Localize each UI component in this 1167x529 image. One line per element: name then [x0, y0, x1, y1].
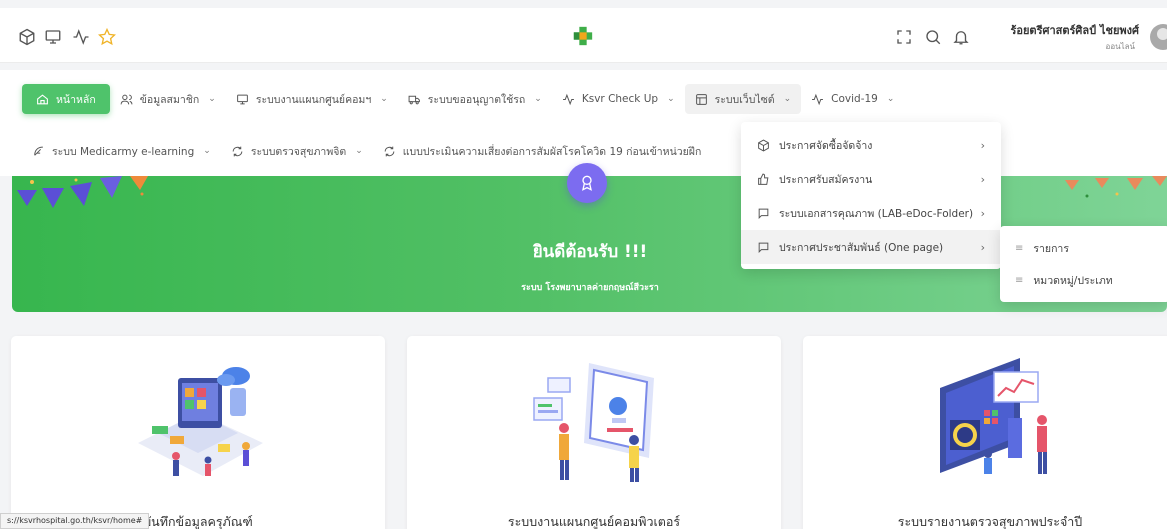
bell-icon[interactable] [952, 28, 970, 46]
search-icon[interactable] [924, 28, 942, 46]
nav-item-mental-health[interactable]: ระบบตรวจสุขภาพจิต ⌄ [221, 136, 373, 166]
chevron-right-icon: › [980, 240, 985, 254]
truck-icon [408, 95, 420, 104]
nav-item-checkup[interactable]: Ksvr Check Up ⌄ [552, 84, 685, 114]
fullscreen-icon[interactable] [895, 28, 913, 46]
refresh-icon [384, 146, 395, 156]
box-icon[interactable] [18, 28, 36, 46]
nav-label: ระบบตรวจสุขภาพจิต [250, 145, 347, 158]
nav-label: ระบบขออนุญาตใช้รถ [427, 93, 526, 106]
submenu-item-list[interactable]: ≡ รายการ [1000, 232, 1167, 264]
computer-dept-illustration [533, 363, 654, 482]
users-icon [120, 94, 133, 104]
activity-icon[interactable] [72, 28, 90, 46]
pennant-decoration-right [1065, 176, 1167, 198]
star-icon[interactable] [98, 28, 116, 46]
nav-label: Covid-19 [831, 93, 878, 105]
nav-label: ระบบเว็บไซต์ [714, 93, 775, 106]
pennant-decoration-left [17, 176, 148, 208]
layout-icon [695, 93, 707, 105]
dropdown-label: ระบบเอกสารคุณภาพ (LAB-eDoc-Folder) [779, 207, 974, 220]
nav-label: ระบบงานแผนกศูนย์คอมฯ [255, 93, 372, 106]
nav-item-elearning[interactable]: ระบบ Medicarmy e-learning ⌄ [22, 136, 221, 166]
chevron-right-icon: › [980, 206, 985, 220]
card-health-report[interactable]: ระบบรายงานตรวจสุขภาพประจำปี [803, 336, 1167, 529]
logo-icon[interactable] [572, 25, 594, 47]
nav-item-computer-dept[interactable]: ระบบงานแผนกศูนย์คอมฯ ⌄ [226, 84, 398, 114]
message-square-icon [758, 208, 769, 219]
chevron-down-icon: ⌄ [667, 94, 675, 104]
dropdown-item-procurement[interactable]: ประกาศจัดซื้อจัดจ้าง › [741, 128, 1001, 162]
avatar[interactable] [1150, 24, 1167, 50]
submenu-label: รายการ [1033, 242, 1069, 255]
activity-icon [562, 93, 574, 105]
submenu-item-category[interactable]: ≡ หมวดหมู่/ประเภท [1000, 264, 1167, 296]
website-dropdown-menu: ประกาศจัดซื้อจัดจ้าง › ประกาศรับสมัครงาน… [741, 122, 1001, 269]
chevron-down-icon: ⌄ [355, 146, 363, 156]
user-status: ออนไลน์ [1105, 42, 1135, 51]
award-badge [567, 163, 607, 203]
menu-lines-icon: ≡ [1015, 274, 1024, 286]
equipment-illustration [138, 367, 263, 476]
dropdown-item-quality-docs[interactable]: ระบบเอกสารคุณภาพ (LAB-eDoc-Folder) › [741, 196, 1001, 230]
nav-row-1: หน้าหลัก ข้อมูลสมาชิก ⌄ ระบบงานแผนกศูนย์ค… [22, 84, 904, 114]
card-equipment[interactable]: บันทึกข้อมูลครุภัณฑ์ [11, 336, 385, 529]
thumbs-up-icon [758, 173, 769, 185]
nav-label: แบบประเมินความเสี่ยงต่อการสัมผัสโรคโควิด… [402, 145, 702, 158]
nav-label: ระบบ Medicarmy e-learning [52, 145, 195, 158]
chevron-down-icon: ⌄ [783, 94, 792, 104]
monitor-icon [236, 94, 248, 104]
home-icon [37, 93, 48, 104]
submenu-label: หมวดหมู่/ประเภท [1033, 274, 1113, 287]
card-title: ระบบรายงานตรวจสุขภาพประจำปี [897, 514, 1083, 529]
nav-item-covid[interactable]: Covid-19 ⌄ [801, 84, 904, 114]
chevron-down-icon: ⌄ [534, 94, 542, 104]
message-square-icon [758, 242, 769, 253]
dropdown-item-announcement[interactable]: ประกาศประชาสัมพันธ์ (One page) › [741, 230, 1001, 264]
dropdown-label: ประกาศประชาสัมพันธ์ (One page) [779, 241, 944, 254]
monitor-icon[interactable] [44, 28, 62, 46]
chevron-right-icon: › [980, 138, 985, 152]
menu-lines-icon: ≡ [1015, 242, 1024, 254]
chevron-down-icon: ⌄ [208, 94, 216, 104]
nav-row-2: ระบบ Medicarmy e-learning ⌄ ระบบตรวจสุขภา… [22, 136, 711, 166]
status-bar-url: s://ksvrhospital.go.th/ksvr/home# [0, 513, 150, 529]
nav-item-website[interactable]: ระบบเว็บไซต์ ⌄ [684, 84, 802, 114]
card-computer-dept[interactable]: ระบบงานแผนกศูนย์คอมพิวเตอร์ [407, 336, 781, 529]
card-title: ระบบงานแผนกศูนย์คอมพิวเตอร์ [507, 514, 681, 529]
chevron-down-icon: ⌄ [380, 94, 388, 104]
top-header: ร้อยตรีศาสตร์ศิลป์ ไชยพงศ์ ออนไลน์ [0, 8, 1167, 63]
refresh-icon [232, 146, 243, 156]
welcome-subtitle: ระบบ โรงพยาบาลค่ายกฤษณ์สีวะรา [521, 283, 659, 293]
nav-label: หน้าหลัก [56, 93, 96, 106]
nav-label: Ksvr Check Up [581, 93, 659, 105]
chevron-right-icon: › [980, 172, 985, 186]
nav-item-covid-assessment[interactable]: แบบประเมินความเสี่ยงต่อการสัมผัสโรคโควิด… [373, 136, 712, 166]
dropdown-label: ประกาศจัดซื้อจัดจ้าง [779, 139, 873, 152]
dropdown-item-jobs[interactable]: ประกาศรับสมัครงาน › [741, 162, 1001, 196]
nav-item-members[interactable]: ข้อมูลสมาชิก ⌄ [110, 84, 226, 114]
dropdown-label: ประกาศรับสมัครงาน [779, 173, 873, 186]
nav-label: ข้อมูลสมาชิก [139, 93, 200, 106]
activity-icon [812, 93, 824, 105]
nav-item-home[interactable]: หน้าหลัก [22, 84, 110, 114]
health-report-illustration [940, 358, 1047, 474]
announcement-submenu: ≡ รายการ ≡ หมวดหมู่/ประเภท [1000, 226, 1167, 302]
chevron-down-icon: ⌄ [203, 146, 211, 156]
award-icon [582, 175, 592, 191]
nav-item-vehicle[interactable]: ระบบขออนุญาตใช้รถ ⌄ [398, 84, 552, 114]
user-name[interactable]: ร้อยตรีศาสตร์ศิลป์ ไชยพงศ์ [1010, 21, 1139, 39]
box-icon [758, 139, 769, 151]
chevron-down-icon: ⌄ [886, 94, 895, 104]
feather-icon [34, 146, 43, 156]
